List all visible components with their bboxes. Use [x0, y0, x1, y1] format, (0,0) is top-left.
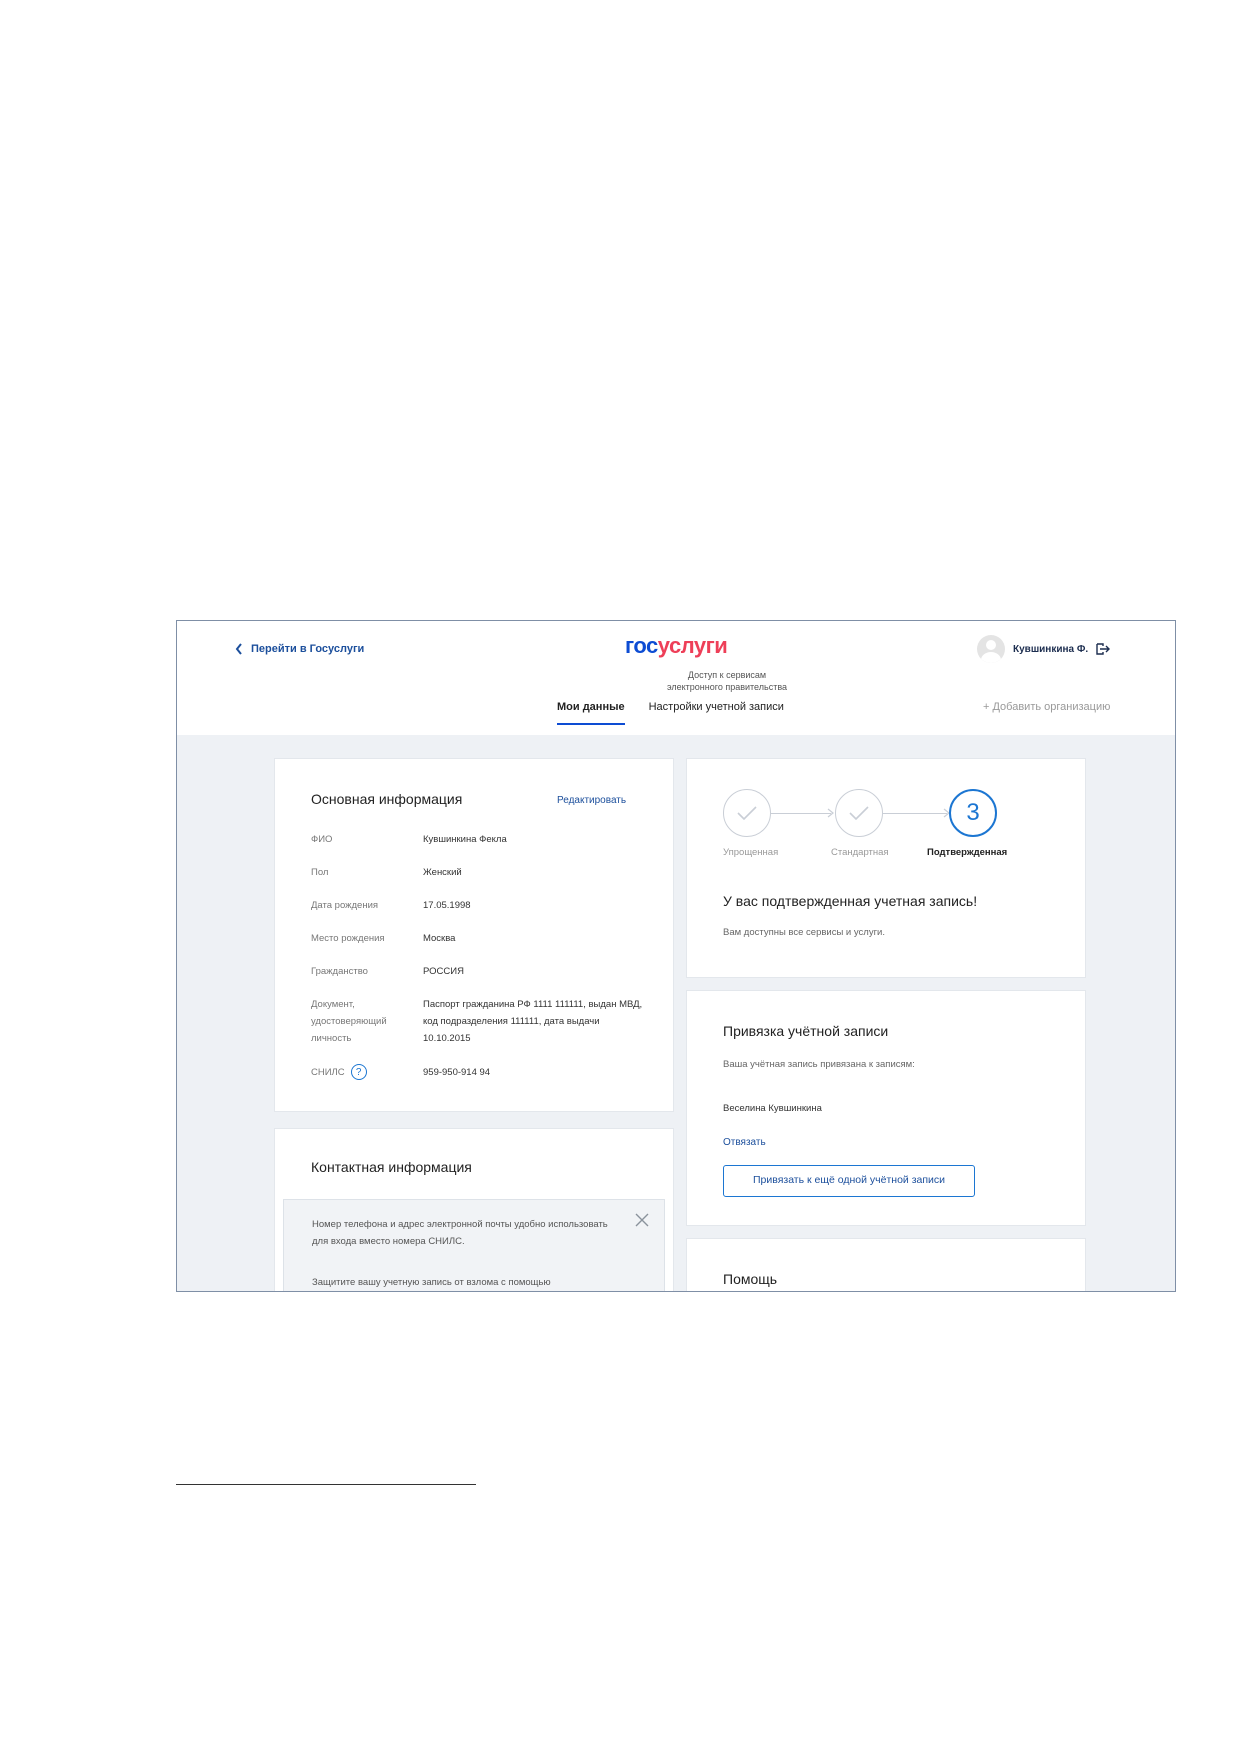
account-level-steps: 3 Упрощенная Стандартная Подтвержденная [723, 789, 1063, 859]
bind-another-account-button[interactable]: Привязать к ещё одной учётной записи [723, 1165, 975, 1197]
info-label: СНИЛС [311, 1067, 345, 1078]
help-question-icon[interactable]: ? [350, 1064, 367, 1081]
contact-notice: Номер телефона и адрес электронной почты… [283, 1199, 665, 1291]
user-name[interactable]: Кувшинкина Ф. [1013, 644, 1088, 655]
tagline-line-2: электронного правительства [666, 682, 788, 692]
back-to-gosuslugi-link[interactable]: Перейти в Госуслуги [235, 643, 364, 655]
main-info-title: Основная информация [311, 791, 463, 807]
logo-uslugi: услуги [657, 633, 728, 658]
step-label-standard: Стандартная [831, 847, 889, 858]
info-value: Паспорт гражданина РФ 1111 111111, выдан… [423, 999, 643, 1044]
info-value: РОССИЯ [423, 966, 464, 977]
user-menu[interactable]: Кувшинкина Ф. [977, 635, 1111, 663]
avatar[interactable] [977, 635, 1005, 663]
tab-account-settings[interactable]: Настройки учетной записи [649, 701, 784, 725]
info-value: 959-950-914 94 [423, 1067, 491, 1078]
info-value: 17.05.1998 [423, 900, 471, 911]
unlink-link[interactable]: Отвязать [723, 1137, 766, 1148]
step-connector [771, 813, 831, 814]
status-description: Вам доступны все сервисы и услуги. [723, 927, 885, 938]
close-icon[interactable] [634, 1212, 650, 1228]
info-label: ФИО [311, 834, 333, 845]
info-value: Москва [423, 933, 456, 944]
info-value: Женский [423, 867, 462, 878]
help-title: Помощь [723, 1271, 778, 1287]
notice-text-2: Защитите вашу учетную запись от взлома с… [312, 1277, 551, 1288]
gosuslugi-screenshot: Перейти в Госуслуги госуслуги Доступ к с… [176, 620, 1176, 1292]
contact-info-card: Контактная информация Номер телефона и а… [275, 1129, 673, 1291]
step-confirmed-circle: 3 [949, 789, 997, 837]
step-label-confirmed: Подтвержденная [927, 847, 1008, 858]
info-label: Дата рождения [311, 900, 379, 911]
tagline-line-1: Доступ к сервисам [687, 670, 767, 680]
footnote-divider [176, 1484, 476, 1485]
info-label: Гражданство [311, 966, 368, 977]
step-connector [883, 813, 947, 814]
checkmark-icon [737, 806, 757, 821]
snils-label-group: СНИЛС? [311, 1064, 411, 1081]
arrow-right-icon [827, 808, 834, 818]
logout-icon[interactable] [1096, 643, 1111, 655]
info-label: Пол [311, 867, 329, 878]
step-standard-circle [835, 789, 883, 837]
gosuslugi-logo[interactable]: госуслуги [625, 633, 728, 659]
logo-tagline: Доступ к сервисам электронного правитель… [577, 669, 877, 693]
info-label: Место рождения [311, 933, 385, 944]
edit-link[interactable]: Редактировать [557, 795, 626, 806]
account-link-card: Привязка учётной записи Ваша учётная зап… [687, 991, 1085, 1225]
step-simplified-circle [723, 789, 771, 837]
top-bar: Перейти в Госуслуги госуслуги Доступ к с… [177, 621, 1175, 735]
logo-gos: гос [625, 633, 658, 658]
account-link-title: Привязка учётной записи [723, 1023, 889, 1039]
notice-text-1: Номер телефона и адрес электронной почты… [312, 1219, 608, 1247]
help-card: Помощь [687, 1239, 1085, 1291]
chevron-left-icon [235, 643, 242, 655]
back-link-label: Перейти в Госуслуги [251, 643, 365, 655]
add-organization-link[interactable]: + Добавить организацию [983, 701, 1110, 713]
status-title: У вас подтвержденная учетная запись! [723, 893, 978, 909]
main-info-card: Основная информация Редактировать ФИО Ку… [275, 759, 673, 1111]
info-label: Документ, удостоверяющий личность [311, 999, 387, 1044]
account-link-description: Ваша учётная запись привязана к записям: [723, 1059, 915, 1070]
tabs: Мои данные Настройки учетной записи [557, 701, 784, 725]
account-status-card: 3 Упрощенная Стандартная Подтвержденная … [687, 759, 1085, 977]
tab-my-data[interactable]: Мои данные [557, 701, 625, 725]
linked-account-name: Веселина Кувшинкина [723, 1103, 822, 1114]
checkmark-icon [849, 806, 869, 821]
step-label-simplified: Упрощенная [723, 847, 779, 858]
info-value: Кувшинкина Фекла [423, 834, 507, 845]
contact-info-title: Контактная информация [311, 1159, 472, 1175]
